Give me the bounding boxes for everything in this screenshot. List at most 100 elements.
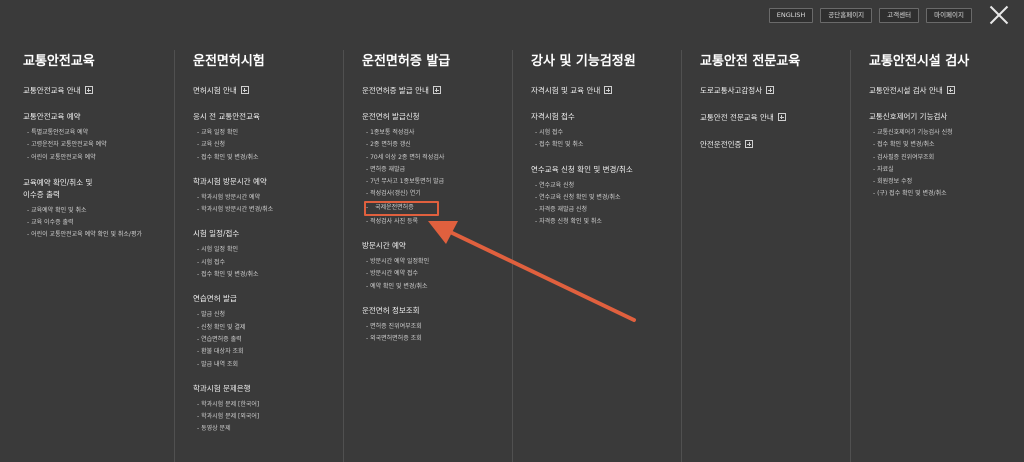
menu-section-link[interactable]: 안전운전인증 (700, 139, 849, 151)
menu-item[interactable]: 7년 무사고 1종보통면허 발급 (362, 176, 511, 188)
menu-item[interactable]: 시험 접수 (193, 257, 342, 269)
menu-section-title[interactable]: 시험 일정/접수 (193, 228, 342, 240)
menu-item[interactable]: 방문시간 예약 접수 (362, 268, 511, 280)
menu-section-link[interactable]: 교통안전 전문교육 안내 (700, 112, 849, 124)
menu-section-title[interactable]: 연습면허 발급 (193, 293, 342, 305)
close-icon[interactable] (987, 3, 1011, 27)
menu-item[interactable]: 적성검사 사진 등록 (362, 216, 511, 228)
plus-icon[interactable] (946, 86, 955, 94)
menu-section-link[interactable]: 교통안전시설 검사 안내 (869, 85, 1024, 97)
menu-list: 교육예약 확인 및 취소 교육 이수증 출력 어린이 교통안전교육 예약 확인 … (23, 205, 173, 242)
plus-icon[interactable] (745, 140, 754, 148)
menu-list: 교통신호제어기 기능검사 신청 접수 확인 및 변경/취소 검사필증 진위여부조… (869, 127, 1024, 201)
menu-item[interactable]: 예약 확인 및 변경/취소 (362, 281, 511, 293)
menu-section-title[interactable]: 학과시험 문제은행 (193, 383, 342, 395)
my-page-button[interactable]: 마이페이지 (926, 8, 972, 23)
menu-item[interactable]: 접수 확인 및 변경/취소 (193, 269, 342, 281)
menu-section-link[interactable]: 자격시험 및 교육 안내 (531, 85, 680, 97)
menu-item[interactable]: 발급 신청 (193, 309, 342, 321)
plus-icon[interactable] (777, 113, 786, 121)
menu-item[interactable]: 방문시간 예약 일정확인 (362, 256, 511, 268)
menu-section-title[interactable]: 자격시험 접수 (531, 111, 680, 123)
menu-item[interactable]: 신청 확인 및 결제 (193, 322, 342, 334)
menu-item[interactable]: 자격증 재발급 신청 (531, 204, 680, 216)
menu-section-title[interactable]: 교통안전교육 예약 (23, 111, 173, 123)
menu-list: 면허증 진위여부조회 외국면허면허증 조회 (362, 321, 511, 346)
menu-item[interactable]: 연습면허증 출력 (193, 334, 342, 346)
plus-icon[interactable] (432, 86, 441, 94)
menu-section-title[interactable]: 방문시간 예약 (362, 240, 511, 252)
menu-item-highlighted[interactable]: 국제운전면허증 (362, 200, 511, 216)
menu-section-link[interactable]: 교통안전교육 안내 (23, 85, 173, 97)
menu-item[interactable]: 고령운전자 교통안전교육 예약 (23, 139, 173, 151)
menu-section-title[interactable]: 교육예약 확인/취소 및 (23, 177, 173, 189)
menu-section-title[interactable]: 이수증 출력 (23, 189, 173, 201)
menu-item[interactable]: 학과시험 방문시간 변경/취소 (193, 204, 342, 216)
plus-icon[interactable] (84, 86, 93, 94)
menu-item[interactable]: 접수 확인 및 취소 (531, 139, 680, 151)
menu-section-link[interactable]: 면허시험 안내 (193, 85, 342, 97)
menu-item[interactable]: 면허증 진위여부조회 (362, 321, 511, 333)
menu-list: 특별교통안전교육 예약 고령운전자 교통안전교육 예약 어린이 교통안전교육 예… (23, 127, 173, 164)
plus-icon[interactable] (240, 86, 249, 94)
menu-item[interactable]: 교통신호제어기 기능검사 신청 (869, 127, 1024, 139)
menu-item[interactable]: 70세 이상 2종 면허 적성검사 (362, 152, 511, 164)
menu-item[interactable]: 교육 일정 확인 (193, 127, 342, 139)
menu-item[interactable]: 연수교육 신청 확인 및 변경/취소 (531, 192, 680, 204)
menu-item[interactable]: 교육 이수증 출력 (23, 217, 173, 229)
menu-item[interactable]: 접수 확인 및 변경/취소 (193, 152, 342, 164)
customer-center-button[interactable]: 고객센터 (879, 8, 920, 23)
section-label: 안전운전인증 (700, 140, 742, 149)
menu-section-link[interactable]: 운전면허증 발급 안내 (362, 85, 511, 97)
menu-section-title[interactable]: 연수교육 신청 확인 및 변경/취소 (531, 164, 680, 176)
menu-item[interactable]: 2종 면허증 갱신 (362, 139, 511, 151)
menu-item[interactable]: 회원정보 수정 (869, 176, 1024, 188)
menu-item[interactable]: 발급 내역 조회 (193, 359, 342, 371)
plus-icon[interactable] (766, 86, 775, 94)
menu-item[interactable]: 검사필증 진위여부조회 (869, 152, 1024, 164)
plus-icon[interactable] (604, 86, 613, 94)
menu-list: 시험 일정 확인 시험 접수 접수 확인 및 변경/취소 (193, 244, 342, 281)
menu-item[interactable]: (구) 접수 확인 및 변경/취소 (869, 188, 1024, 200)
menu-item[interactable]: 학과시험 방문시간 예약 (193, 192, 342, 204)
menu-item[interactable]: 어린이 교통안전교육 예약 확인 및 취소/평가 (23, 229, 173, 241)
column-title: 교통안전 전문교육 (700, 54, 801, 69)
english-button[interactable]: ENGLISH (768, 8, 814, 23)
column-professional-education: 교통안전 전문교육 도로교통사고감정사 교통안전 전문교육 안내 안전운전인증 (681, 50, 849, 462)
menu-item[interactable]: 시험 일정 확인 (193, 244, 342, 256)
menu-item[interactable]: 적성검사(갱신) 연기 (362, 188, 511, 200)
column-title: 교통안전시설 검사 (869, 54, 970, 69)
menu-item[interactable]: 시험 접수 (531, 127, 680, 139)
menu-item[interactable]: 접수 확인 및 변경/취소 (869, 139, 1024, 151)
menu-item[interactable]: 환불 대상자 조회 (193, 346, 342, 358)
menu-section-title[interactable]: 응시 전 교통안전교육 (193, 111, 342, 123)
menu-item[interactable]: 자료실 (869, 164, 1024, 176)
menu-section-title[interactable]: 교통신호제어기 기능검사 (869, 111, 1024, 123)
column-traffic-safety-education: 교통안전교육 교통안전교육 안내 교통안전교육 예약 특별교통안전교육 예약 고… (5, 50, 173, 462)
sitemap-menu: 교통안전교육 교통안전교육 안내 교통안전교육 예약 특별교통안전교육 예약 고… (0, 50, 1024, 462)
menu-item[interactable]: 외국면허면허증 조회 (362, 333, 511, 345)
menu-item[interactable]: 1종보통 적성검사 (362, 127, 511, 139)
menu-item[interactable]: 특별교통안전교육 예약 (23, 127, 173, 139)
menu-item[interactable]: 학과시험 문제 [한국어] (193, 399, 342, 411)
menu-item[interactable]: 동영상 문제 (193, 423, 342, 435)
menu-item[interactable]: 학과시험 문제 [외국어] (193, 411, 342, 423)
top-utility-bar: ENGLISH 공단홈페이지 고객센터 마이페이지 (768, 8, 972, 23)
menu-item[interactable]: 면허증 재발급 (362, 164, 511, 176)
menu-section-title[interactable]: 운전면허 발급신청 (362, 111, 511, 123)
menu-item[interactable]: 교육예약 확인 및 취소 (23, 205, 173, 217)
column-title: 운전면허증 발급 (362, 54, 451, 69)
menu-item[interactable]: 어린이 교통안전교육 예약 (23, 152, 173, 164)
menu-section-link[interactable]: 도로교통사고감정사 (700, 85, 849, 97)
agency-homepage-button[interactable]: 공단홈페이지 (820, 8, 873, 23)
section-label: 자격시험 및 교육 안내 (531, 86, 601, 95)
menu-item[interactable]: 연수교육 신청 (531, 180, 680, 192)
menu-item[interactable]: 자격증 신청 확인 및 취소 (531, 216, 680, 228)
menu-item[interactable]: 교육 신청 (193, 139, 342, 151)
menu-section-title[interactable]: 학과시험 방문시간 예약 (193, 176, 342, 188)
menu-list: 1종보통 적성검사 2종 면허증 갱신 70세 이상 2종 면허 적성검사 면허… (362, 127, 511, 228)
column-title: 교통안전교육 (23, 54, 95, 69)
menu-section-title[interactable]: 운전면허 정보조회 (362, 305, 511, 317)
column-title: 강사 및 기능검정원 (531, 54, 636, 69)
highlight-box[interactable]: 국제운전면허증 (364, 200, 440, 216)
